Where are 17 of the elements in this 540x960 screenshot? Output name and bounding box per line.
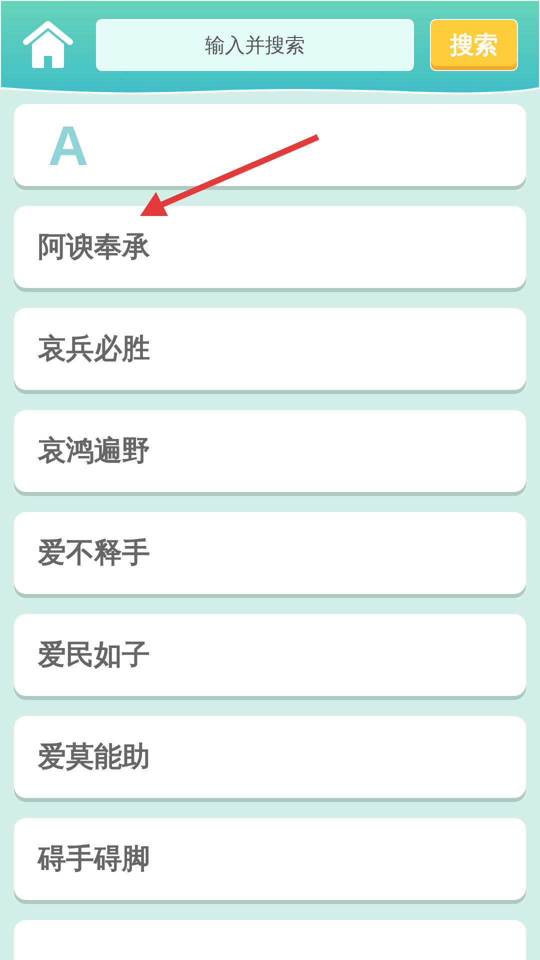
idiom-text: 哀兵必胜 <box>38 331 150 367</box>
idiom-text: 爱民如子 <box>38 637 150 673</box>
home-icon[interactable] <box>22 20 74 70</box>
idiom-card[interactable]: 阿谀奉承 <box>14 206 526 288</box>
section-letter: A <box>48 112 88 178</box>
idiom-text: 爱不释手 <box>38 535 150 571</box>
search-field[interactable]: 输入并搜索 <box>96 19 414 71</box>
idiom-card[interactable]: 哀兵必胜 <box>14 308 526 390</box>
idiom-text: 碍手碍脚 <box>38 841 150 877</box>
idiom-text: 爱莫能助 <box>38 739 150 775</box>
idiom-card[interactable]: 爱不释手 <box>14 512 526 594</box>
idiom-card[interactable]: 爱莫能助 <box>14 716 526 798</box>
idiom-card[interactable]: 哀鸿遍野 <box>14 410 526 492</box>
idiom-card[interactable]: 爱民如子 <box>14 614 526 696</box>
idiom-text: 阿谀奉承 <box>38 229 150 265</box>
idiom-text: 哀鸿遍野 <box>38 433 150 469</box>
idiom-card[interactable]: 碍手碍脚 <box>14 818 526 900</box>
